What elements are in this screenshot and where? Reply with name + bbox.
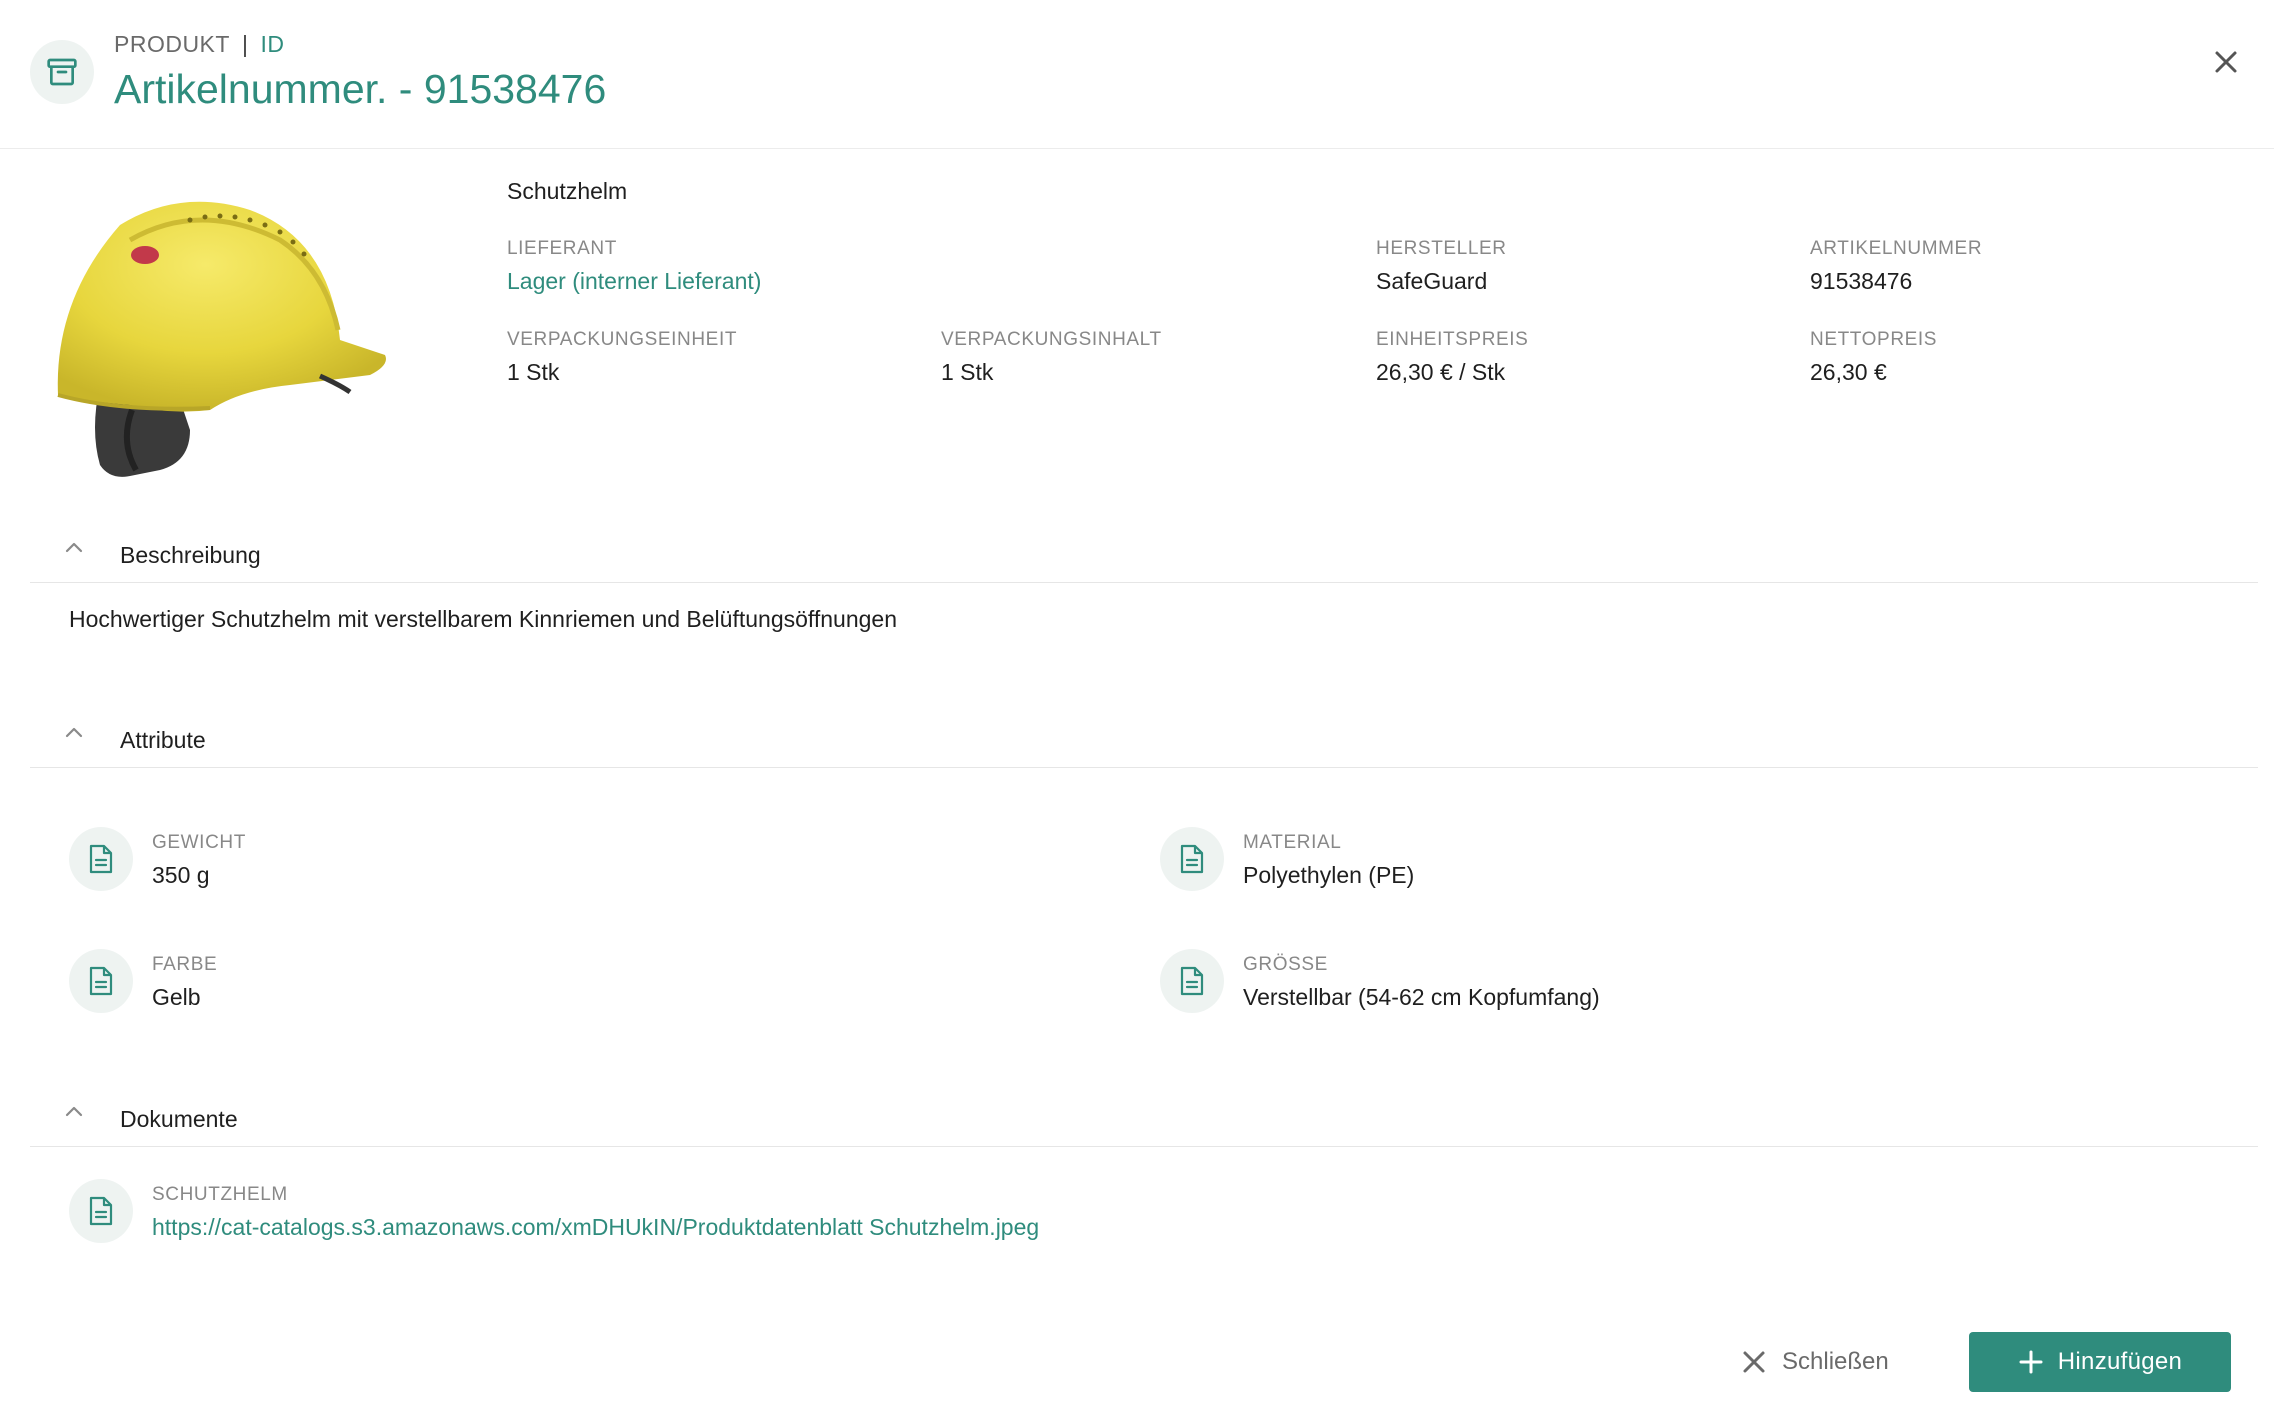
breadcrumb: PRODUKT | ID [114,31,284,58]
attribute-label: GRÖSSE [1243,954,1328,975]
chevron-up-icon [65,1106,83,1117]
attribute-label: GEWICHT [152,832,246,853]
add-button-label: Hinzufügen [2057,1348,2183,1375]
field-value: 1 Stk [941,359,994,385]
document-item: SCHUTZHELM https://cat-catalogs.s3.amazo… [152,1184,1039,1241]
document-icon [1160,949,1224,1013]
field-verpackungseinheit: VERPACKUNGSEINHEIT 1 Stk [507,329,737,386]
section-attribute-toggle[interactable]: Attribute [30,721,2258,768]
description-text: Hochwertiger Schutzhelm mit verstellbare… [69,606,898,632]
breadcrumb-section: PRODUKT [114,31,230,57]
attribute-value: 350 g [152,862,210,888]
field-label: VERPACKUNGSINHALT [941,329,1162,350]
field-artikelnummer: ARTIKELNUMMER 91538476 [1810,238,1982,295]
field-value: 26,30 € / Stk [1376,359,1506,385]
attribute-groesse: GRÖSSE Verstellbar (54-62 cm Kopfumfang) [1243,954,1600,1011]
section-beschreibung-toggle[interactable]: Beschreibung [30,536,2258,583]
attribute-label: FARBE [152,954,218,975]
field-einheitspreis: EINHEITSPREIS 26,30 € / Stk [1376,329,1528,386]
section-title: Attribute [120,727,206,753]
attribute-farbe: FARBE Gelb [152,954,217,1011]
section-title: Dokumente [120,1106,238,1132]
product-image [40,180,400,490]
close-icon [1743,1351,1765,1373]
attribute-value: Polyethylen (PE) [1243,862,1415,888]
field-label: HERSTELLER [1376,238,1507,259]
archive-box-icon [30,40,94,104]
chevron-up-icon [65,542,83,553]
chevron-up-icon [65,727,83,738]
field-value: 91538476 [1810,268,1913,294]
field-label: VERPACKUNGSEINHEIT [507,329,738,350]
breadcrumb-separator: | [241,31,249,57]
attribute-gewicht: GEWICHT 350 g [152,832,246,889]
section-dokumente-toggle[interactable]: Dokumente [30,1100,2258,1147]
page-title: Artikelnummer. - 91538476 [114,66,607,112]
section-title: Beschreibung [120,542,261,568]
field-nettopreis: NETTOPREIS 26,30 € [1810,329,1937,386]
document-icon [69,949,133,1013]
attribute-value: Gelb [152,984,201,1010]
field-value: 1 Stk [507,359,560,385]
document-label: SCHUTZHELM [152,1184,288,1205]
field-label: NETTOPREIS [1810,329,1938,350]
field-lieferant: LIEFERANT Lager (interner Lieferant) [507,238,761,295]
plus-icon [2019,1350,2043,1374]
supplier-link[interactable]: Lager (interner Lieferant) [507,268,761,295]
field-value: SafeGuard [1376,268,1488,294]
close-button[interactable]: Schließen [1740,1332,1889,1392]
attribute-label: MATERIAL [1243,832,1342,853]
document-icon [69,827,133,891]
close-icon[interactable] [2208,44,2244,80]
breadcrumb-id: ID [260,31,285,57]
attribute-value: Verstellbar (54-62 cm Kopfumfang) [1243,984,1600,1010]
field-label: LIEFERANT [507,238,617,259]
field-label: EINHEITSPREIS [1376,329,1529,350]
add-button[interactable]: Hinzufügen [1969,1332,2231,1392]
field-verpackungsinhalt: VERPACKUNGSINHALT 1 Stk [941,329,1162,386]
document-link[interactable]: https://cat-catalogs.s3.amazonaws.com/xm… [152,1214,1039,1241]
field-value: 26,30 € [1810,359,1887,385]
product-name: Schutzhelm [507,178,628,204]
attribute-material: MATERIAL Polyethylen (PE) [1243,832,1414,889]
dialog-header: PRODUKT | ID Artikelnummer. - 91538476 [0,0,2274,149]
field-hersteller: HERSTELLER SafeGuard [1376,238,1507,295]
document-icon [69,1179,133,1243]
close-button-label: Schließen [1782,1348,1889,1375]
document-icon [1160,827,1224,891]
field-label: ARTIKELNUMMER [1810,238,1983,259]
